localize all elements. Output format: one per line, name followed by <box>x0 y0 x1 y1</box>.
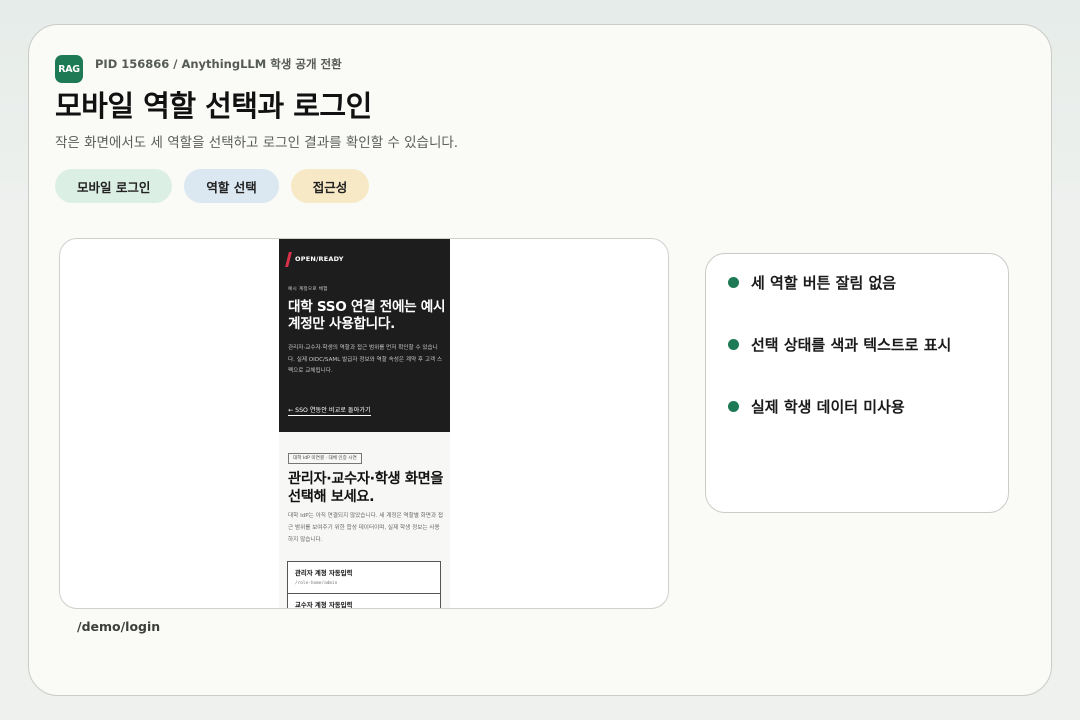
admin-autofill-button[interactable]: 관리자 계정 자동입력 /role-home/admin <box>287 561 441 594</box>
page-subtitle: 작은 화면에서도 세 역할을 선택하고 로그인 결과를 확인할 수 있습니다. <box>55 135 459 151</box>
check-item: 실제 학생 데이터 미사용 <box>728 396 905 417</box>
route-label: /demo/login <box>77 619 161 634</box>
bullet-dot-icon <box>728 339 739 350</box>
mobile-preview-frame: OPEN/READY 예시 계정으로 체험 대학 SSO 연결 전에는 예시 계… <box>59 238 669 609</box>
mobile-screen: OPEN/READY 예시 계정으로 체험 대학 SSO 연결 전에는 예시 계… <box>279 239 450 609</box>
role-title: 관리자 계정 자동입력 <box>295 569 353 577</box>
chip-mobile-login: 모바일 로그인 <box>55 169 173 203</box>
chip-role-select: 역할 선택 <box>184 169 279 203</box>
check-item-label: 실제 학생 데이터 미사용 <box>751 398 905 416</box>
page-title: 모바일 역할 선택과 로그인 <box>55 89 372 123</box>
brand-slash-icon <box>285 252 292 267</box>
role-path: /role-home/admin <box>295 581 338 586</box>
feature-chips: 모바일 로그인 역할 선택 접근성 <box>55 169 370 203</box>
check-item-label: 선택 상태를 색과 텍스트로 표시 <box>751 336 952 354</box>
intro-panel: OPEN/READY 예시 계정으로 체험 대학 SSO 연결 전에는 예시 계… <box>279 239 450 432</box>
idp-status-tag: 대학 IdP 미연결 · 대체 인증 시연 <box>288 453 362 464</box>
role-select-description: 대학 IdP는 아직 연결되지 않았습니다. 세 계정은 역할별 화면과 접근 … <box>288 513 444 543</box>
rag-badge: RAG <box>55 55 83 83</box>
instructor-autofill-button[interactable]: 교수자 계정 자동입력 <box>287 593 441 609</box>
chip-accessibility: 접근성 <box>290 169 370 203</box>
showcase-card: RAG PID 156866 / AnythingLLM 학생 공개 전환 모바… <box>28 24 1052 696</box>
check-item: 세 역할 버튼 잘림 없음 <box>728 272 896 293</box>
checklist-panel: 세 역할 버튼 잘림 없음 선택 상태를 색과 텍스트로 표시 실제 학생 데이… <box>705 253 1009 513</box>
project-eyebrow: PID 156866 / AnythingLLM 학생 공개 전환 <box>95 57 342 71</box>
brand-name: OPEN/READY <box>295 255 344 263</box>
back-to-sso-link[interactable]: ← SSO 연동안 비교로 돌아가기 <box>288 405 371 416</box>
check-item: 선택 상태를 색과 텍스트로 표시 <box>728 334 951 355</box>
intro-heading: 대학 SSO 연결 전에는 예시 계정만 사용합니다. <box>288 299 446 332</box>
bullet-dot-icon <box>728 277 739 288</box>
demo-label: 예시 계정으로 체험 <box>288 287 328 292</box>
role-select-heading: 관리자·교수자·학생 화면을 선택해 보세요. <box>288 471 444 505</box>
bullet-dot-icon <box>728 401 739 412</box>
role-title: 교수자 계정 자동입력 <box>295 601 353 609</box>
check-item-label: 세 역할 버튼 잘림 없음 <box>751 274 897 292</box>
intro-description: 관리자·교수자·학생의 역할과 접근 범위를 먼저 확인할 수 있습니다. 실제… <box>288 345 443 374</box>
